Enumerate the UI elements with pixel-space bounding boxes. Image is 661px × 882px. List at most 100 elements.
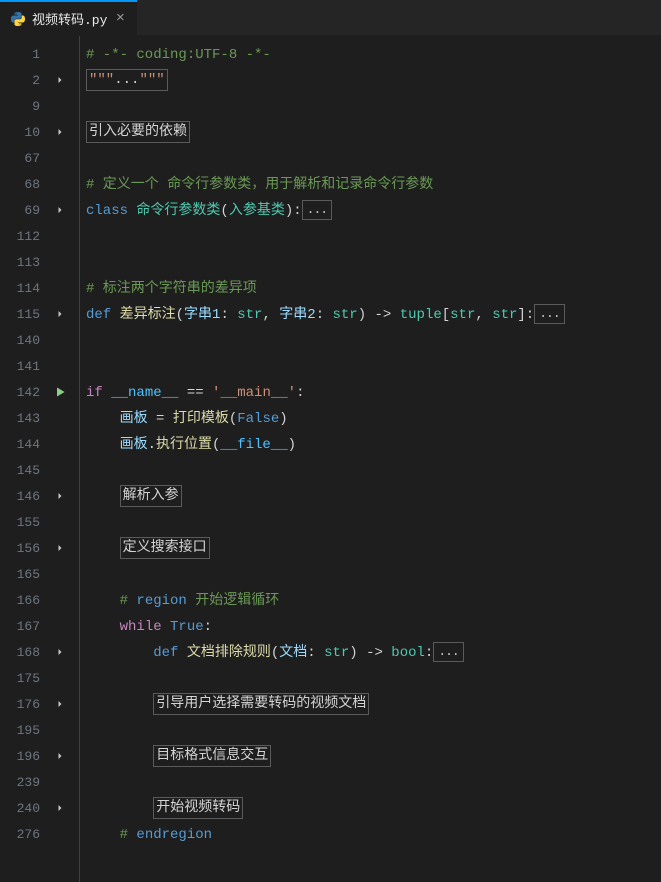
folded-region[interactable]: 引导用户选择需要转码的视频文档	[153, 693, 369, 715]
code-line[interactable]: """..."""	[86, 68, 661, 94]
token: 文档排除规则	[187, 645, 271, 661]
code-line[interactable]	[86, 94, 661, 120]
token: str	[237, 307, 262, 323]
run-glyph-icon[interactable]	[50, 380, 79, 406]
token: region	[136, 593, 186, 609]
line-number: 240	[0, 796, 50, 822]
token: ,	[262, 307, 279, 323]
fold-chevron-icon[interactable]	[50, 536, 79, 562]
fold-chevron-icon[interactable]	[50, 198, 79, 224]
code-line[interactable]: 画板 = 打印模板(False)	[86, 406, 661, 432]
token: class	[86, 203, 128, 219]
fold-chevron-icon[interactable]	[50, 302, 79, 328]
code-line[interactable]: 目标格式信息交互	[86, 744, 661, 770]
folded-region[interactable]: """..."""	[86, 69, 168, 91]
line-number: 144	[0, 432, 50, 458]
line-number: 165	[0, 562, 50, 588]
code-line[interactable]	[86, 328, 661, 354]
code-line[interactable]: # region 开始逻辑循环	[86, 588, 661, 614]
fold-chevron-icon[interactable]	[50, 120, 79, 146]
token: str	[333, 307, 358, 323]
fold-empty	[50, 432, 79, 458]
token: ==	[178, 385, 212, 401]
editor-tab[interactable]: 视频转码.py ×	[0, 0, 137, 35]
token: :	[220, 307, 237, 323]
fold-empty	[50, 250, 79, 276]
code-line[interactable]: while True:	[86, 614, 661, 640]
code-line[interactable]: class 命令行参数类(入参基类):...	[86, 198, 661, 224]
code-line[interactable]: 定义搜索接口	[86, 536, 661, 562]
code-line[interactable]	[86, 458, 661, 484]
token: 命令行参数类	[136, 203, 220, 219]
code-line[interactable]	[86, 718, 661, 744]
token: # -*- coding:UTF-8 -*-	[86, 47, 271, 63]
folded-region[interactable]: 解析入参	[120, 485, 182, 507]
token: #	[120, 593, 137, 609]
line-number: 10	[0, 120, 50, 146]
fold-chevron-icon[interactable]	[50, 68, 79, 94]
fold-empty	[50, 588, 79, 614]
code-editor[interactable]: 1291067686911211311411514014114214314414…	[0, 36, 661, 882]
token: def	[153, 645, 178, 661]
token: def	[86, 307, 111, 323]
line-number: 146	[0, 484, 50, 510]
code-line[interactable]: def 差异标注(字串1: str, 字串2: str) -> tuple[st…	[86, 302, 661, 328]
code-line[interactable]: 画板.执行位置(__file__)	[86, 432, 661, 458]
code-content[interactable]: # -*- coding:UTF-8 -*- """...""" 引入必要的依赖 # …	[80, 36, 661, 882]
close-icon[interactable]: ×	[113, 10, 127, 27]
code-line[interactable]	[86, 250, 661, 276]
line-number: 9	[0, 94, 50, 120]
code-line[interactable]	[86, 510, 661, 536]
folded-region[interactable]: 定义搜索接口	[120, 537, 210, 559]
code-line[interactable]: 引导用户选择需要转码的视频文档	[86, 692, 661, 718]
line-number: 175	[0, 666, 50, 692]
token	[178, 645, 186, 661]
fold-chevron-icon[interactable]	[50, 744, 79, 770]
code-line[interactable]: # endregion	[86, 822, 661, 848]
folded-region[interactable]: 引入必要的依赖	[86, 121, 190, 143]
fold-chevron-icon[interactable]	[50, 796, 79, 822]
token: 字串2	[279, 307, 315, 323]
fold-empty	[50, 354, 79, 380]
code-line[interactable]: # 标注两个字符串的差异项	[86, 276, 661, 302]
code-line[interactable]	[86, 562, 661, 588]
folded-region[interactable]: 开始视频转码	[153, 797, 243, 819]
code-line[interactable]	[86, 770, 661, 796]
token	[103, 385, 111, 401]
token: True	[170, 619, 204, 635]
code-line[interactable]: # 定义一个 命令行参数类，用于解析和记录命令行参数	[86, 172, 661, 198]
folded-ellipsis[interactable]: ...	[534, 304, 564, 324]
line-number: 155	[0, 510, 50, 536]
fold-chevron-icon[interactable]	[50, 692, 79, 718]
fold-empty	[50, 666, 79, 692]
token: 入参基类	[229, 203, 285, 219]
token: ) ->	[349, 645, 391, 661]
fold-chevron-icon[interactable]	[50, 484, 79, 510]
code-line[interactable]	[86, 666, 661, 692]
fold-empty	[50, 458, 79, 484]
folded-region[interactable]: 目标格式信息交互	[153, 745, 271, 767]
code-line[interactable]: if __name__ == '__main__':	[86, 380, 661, 406]
line-number: 195	[0, 718, 50, 744]
fold-chevron-icon[interactable]	[50, 640, 79, 666]
code-line[interactable]	[86, 354, 661, 380]
code-line[interactable]	[86, 146, 661, 172]
token: .	[148, 437, 156, 453]
folded-ellipsis[interactable]: ...	[302, 200, 332, 220]
code-line[interactable]: def 文档排除规则(文档: str) -> bool:...	[86, 640, 661, 666]
code-line[interactable]: 开始视频转码	[86, 796, 661, 822]
token: =	[148, 411, 173, 427]
line-number: 196	[0, 744, 50, 770]
code-line[interactable]: 引入必要的依赖	[86, 120, 661, 146]
token: bool	[391, 645, 425, 661]
folded-ellipsis[interactable]: ...	[433, 642, 463, 662]
token: (	[229, 411, 237, 427]
line-number: 114	[0, 276, 50, 302]
token	[162, 619, 170, 635]
code-line[interactable]: # -*- coding:UTF-8 -*-	[86, 42, 661, 68]
code-line[interactable]	[86, 224, 661, 250]
code-line[interactable]: 解析入参	[86, 484, 661, 510]
fold-empty	[50, 822, 79, 848]
token: :	[307, 645, 324, 661]
line-number: 112	[0, 224, 50, 250]
